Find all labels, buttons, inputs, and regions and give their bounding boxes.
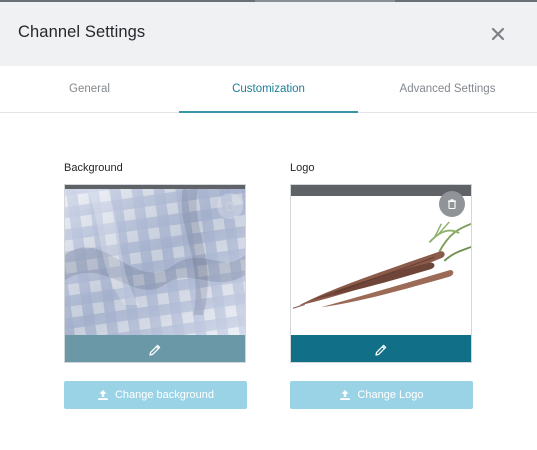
change-logo-label: Change Logo [357,389,424,401]
pencil-icon [375,344,387,356]
background-label: Background [64,162,123,174]
close-icon[interactable] [484,20,512,48]
logo-delete-button[interactable] [439,191,465,217]
logo-label: Logo [290,162,315,174]
change-background-label: Change background [114,389,215,401]
pencil-icon [149,344,161,356]
background-edit-bar[interactable] [65,335,245,362]
tab-advanced-settings[interactable]: Advanced Settings [358,66,537,113]
trash-icon [448,199,456,210]
upload-icon [340,390,351,400]
active-tab-indicator [179,111,358,113]
background-delete-button[interactable] [217,193,243,219]
logo-image [291,196,471,337]
tab-bar: General Customization Advanced Settings [0,66,537,113]
dialog-title: Channel Settings [18,23,146,41]
change-logo-button[interactable]: Change Logo [290,381,473,409]
change-background-button[interactable]: Change background [64,381,247,409]
background-preview [64,184,246,363]
logo-preview [290,184,472,363]
tab-customization[interactable]: Customization [179,66,358,113]
tab-general[interactable]: General [0,66,179,113]
upload-icon [98,390,108,400]
logo-edit-bar[interactable] [291,335,471,362]
dialog-header: Channel Settings [0,2,537,66]
trash-icon [226,201,234,212]
